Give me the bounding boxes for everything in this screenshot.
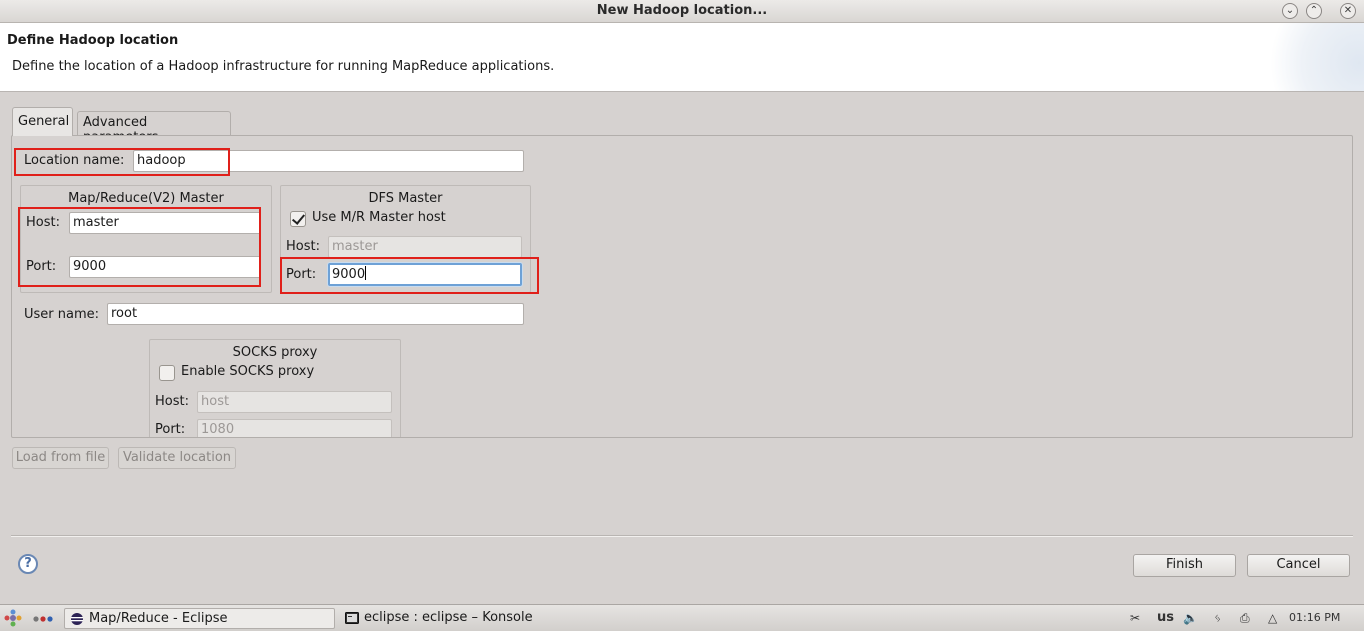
tray-expand-icon[interactable]: △ bbox=[1268, 608, 1277, 628]
volume-icon[interactable]: 🔈 bbox=[1183, 608, 1198, 628]
socks-port-label: Port: bbox=[155, 422, 186, 437]
maximize-icon[interactable]: ⌃ bbox=[1306, 3, 1322, 19]
location-name-input[interactable]: hadoop bbox=[133, 150, 524, 172]
dfs-port-input[interactable]: 9000 bbox=[328, 263, 522, 286]
minimize-icon[interactable]: ⌄ bbox=[1282, 3, 1298, 19]
page-description: Define the location of a Hadoop infrastr… bbox=[12, 59, 555, 74]
help-icon[interactable]: ? bbox=[18, 554, 38, 574]
general-tab-panel: Location name: hadoop Map/Reduce(V2) Mas… bbox=[11, 135, 1353, 438]
mapreduce-master-title: Map/Reduce(V2) Master bbox=[68, 191, 224, 206]
taskbar: Map/Reduce - Eclipse eclipse : eclipse –… bbox=[0, 604, 1364, 631]
clock[interactable]: 01:16 PM bbox=[1289, 608, 1340, 628]
bluetooth-icon[interactable]: ᛃ bbox=[1214, 608, 1221, 628]
keyboard-layout-indicator[interactable]: us bbox=[1157, 608, 1174, 628]
text-caret bbox=[365, 266, 367, 280]
socks-host-input[interactable]: host bbox=[197, 391, 392, 413]
enable-socks-label: Enable SOCKS proxy bbox=[181, 364, 315, 379]
taskbar-item-konsole-label: eclipse : eclipse – Konsole bbox=[364, 610, 533, 625]
socks-proxy-title: SOCKS proxy bbox=[232, 345, 318, 360]
close-icon[interactable]: ✕ bbox=[1340, 3, 1356, 19]
dfs-host-label: Host: bbox=[286, 239, 320, 254]
mr-port-label: Port: bbox=[26, 259, 57, 274]
dfs-port-value: 9000 bbox=[332, 267, 366, 282]
mr-host-label: Host: bbox=[26, 215, 60, 230]
printer-icon[interactable]: ⎙ bbox=[1240, 608, 1250, 628]
socks-proxy-group: SOCKS proxy Enable SOCKS proxy Host: hos… bbox=[149, 339, 401, 437]
validate-location-button[interactable]: Validate location bbox=[118, 447, 236, 469]
location-name-label: Location name: bbox=[24, 153, 125, 168]
dfs-master-group: DFS Master Use M/R Master host Host: mas… bbox=[280, 185, 531, 293]
taskbar-item-eclipse[interactable]: Map/Reduce - Eclipse bbox=[64, 608, 335, 629]
user-name-input[interactable]: root bbox=[107, 303, 524, 325]
use-mr-host-label: Use M/R Master host bbox=[312, 210, 446, 225]
window-title: New Hadoop location... bbox=[596, 3, 768, 18]
user-name-label: User name: bbox=[24, 307, 100, 322]
terminal-icon bbox=[345, 612, 359, 624]
taskbar-item-eclipse-label: Map/Reduce - Eclipse bbox=[89, 611, 228, 626]
page-title: Define Hadoop location bbox=[7, 33, 179, 48]
tab-advanced-parameters[interactable]: Advanced parameters bbox=[77, 111, 231, 145]
socks-host-label: Host: bbox=[155, 394, 189, 409]
scissors-icon[interactable]: ✂ bbox=[1130, 608, 1140, 628]
app-menu-icon[interactable] bbox=[4, 609, 22, 627]
pager-icon[interactable] bbox=[32, 613, 54, 623]
mapreduce-master-group: Map/Reduce(V2) Master Host: master Port:… bbox=[20, 185, 272, 293]
tab-general[interactable]: General bbox=[12, 107, 73, 136]
dfs-master-title: DFS Master bbox=[368, 191, 443, 206]
footer-separator bbox=[11, 535, 1353, 537]
enable-socks-checkbox[interactable] bbox=[159, 365, 175, 381]
finish-button[interactable]: Finish bbox=[1133, 554, 1236, 577]
banner-graphic bbox=[1254, 23, 1364, 91]
mr-host-input[interactable]: master bbox=[69, 212, 261, 234]
eclipse-icon bbox=[71, 613, 83, 625]
mr-port-input[interactable]: 9000 bbox=[69, 256, 261, 278]
wizard-header: Define Hadoop location Define the locati… bbox=[0, 23, 1364, 92]
socks-port-input[interactable]: 1080 bbox=[197, 419, 392, 437]
taskbar-item-konsole[interactable]: eclipse : eclipse – Konsole bbox=[340, 608, 570, 629]
dfs-host-input[interactable]: master bbox=[328, 236, 522, 258]
use-mr-host-checkbox[interactable] bbox=[290, 211, 306, 227]
dfs-port-label: Port: bbox=[286, 267, 317, 282]
window-titlebar: New Hadoop location... ⌄ ⌃ ✕ bbox=[0, 0, 1364, 23]
cancel-button[interactable]: Cancel bbox=[1247, 554, 1350, 577]
load-from-file-button[interactable]: Load from file bbox=[12, 447, 109, 469]
